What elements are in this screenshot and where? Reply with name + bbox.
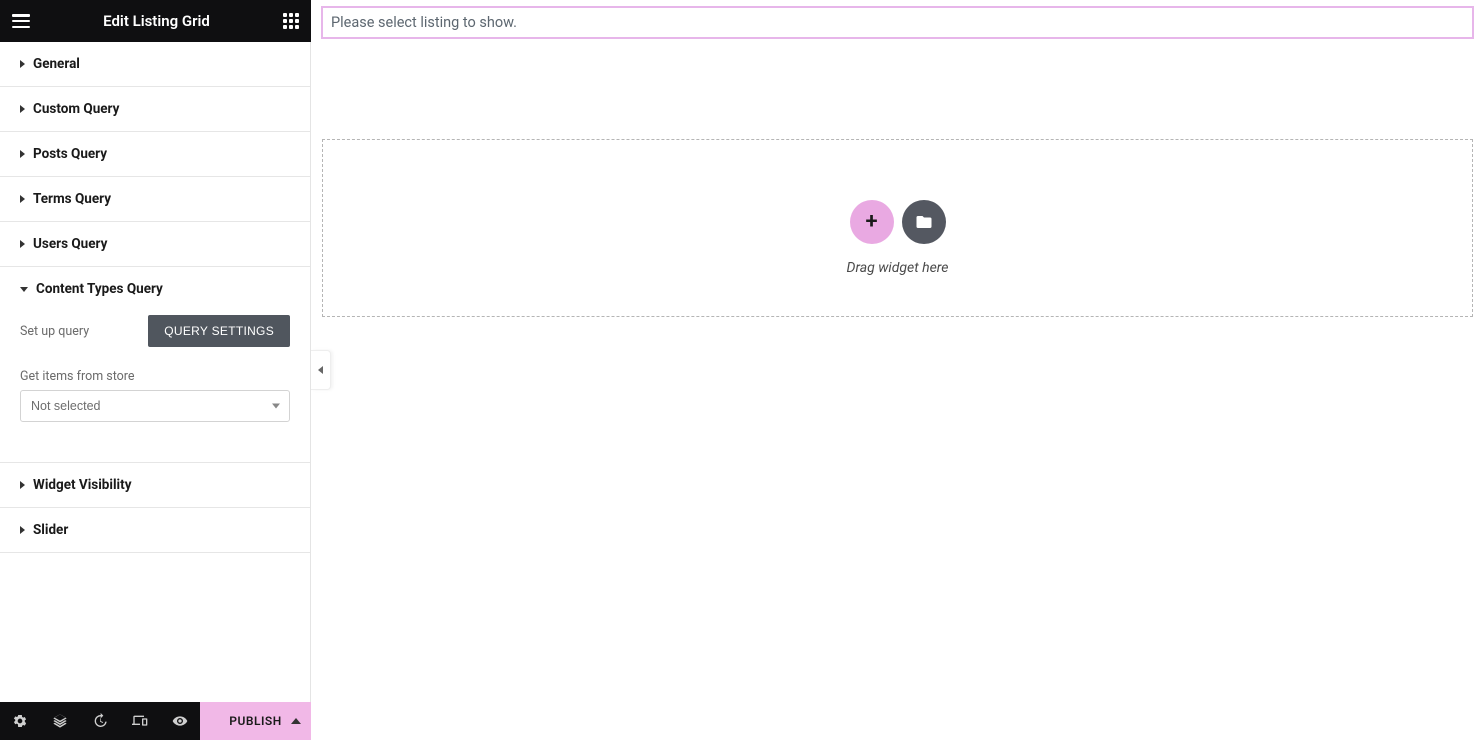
publish-button[interactable]: PUBLISH — [200, 702, 311, 740]
section-label: Content Types Query — [36, 281, 163, 297]
query-settings-button[interactable]: QUERY SETTINGS — [148, 315, 290, 347]
store-select[interactable]: Not selected — [20, 390, 290, 422]
add-template-button[interactable] — [902, 200, 946, 244]
section-users-query[interactable]: Users Query — [0, 222, 310, 267]
responsive-button[interactable] — [120, 702, 160, 740]
caret-right-icon — [20, 195, 25, 203]
publish-options-toggle[interactable] — [291, 702, 301, 740]
caret-right-icon — [20, 481, 25, 489]
devices-icon — [132, 713, 148, 729]
preview-button[interactable] — [160, 702, 200, 740]
publish-label: PUBLISH — [229, 714, 281, 728]
section-terms-query[interactable]: Terms Query — [0, 177, 310, 222]
navigator-button[interactable] — [40, 702, 80, 740]
section-label: Posts Query — [33, 146, 107, 162]
collapse-sidebar-handle[interactable] — [311, 350, 331, 390]
caret-right-icon — [20, 240, 25, 248]
history-icon — [92, 713, 108, 729]
section-label: Users Query — [33, 236, 107, 252]
sidebar-panel: General Custom Query Posts Query Terms Q… — [0, 42, 311, 702]
folder-icon — [915, 213, 933, 231]
sidebar-title: Edit Listing Grid — [30, 12, 283, 30]
eye-icon — [172, 713, 188, 729]
sidebar-footer: PUBLISH — [0, 702, 311, 740]
section-widget-visibility[interactable]: Widget Visibility — [0, 462, 310, 508]
section-label: Terms Query — [33, 191, 111, 207]
plus-icon: + — [865, 211, 877, 233]
section-custom-query[interactable]: Custom Query — [0, 87, 310, 132]
section-general[interactable]: General — [0, 42, 310, 87]
content-types-query-body: Set up query QUERY SETTINGS Get items fr… — [0, 311, 310, 462]
caret-right-icon — [20, 60, 25, 68]
section-label: Custom Query — [33, 101, 119, 117]
section-posts-query[interactable]: Posts Query — [0, 132, 310, 177]
editor-sidebar: Edit Listing Grid General Custom Query P… — [0, 0, 311, 740]
caret-right-icon — [20, 150, 25, 158]
setup-query-label: Set up query — [20, 324, 89, 339]
caret-right-icon — [20, 105, 25, 113]
history-button[interactable] — [80, 702, 120, 740]
listing-notice: Please select listing to show. — [321, 6, 1474, 39]
store-field-label: Get items from store — [20, 369, 290, 384]
section-slider[interactable]: Slider — [0, 508, 310, 553]
caret-down-icon — [20, 287, 28, 292]
section-content-types-query-header[interactable]: Content Types Query — [0, 267, 310, 311]
chevron-up-icon — [291, 718, 301, 724]
sidebar-header: Edit Listing Grid — [0, 0, 311, 42]
layers-icon — [52, 713, 68, 729]
empty-section-dropzone[interactable]: + Drag widget here — [322, 139, 1473, 317]
widgets-grid-icon[interactable] — [283, 13, 299, 29]
caret-right-icon — [20, 526, 25, 534]
menu-icon[interactable] — [12, 14, 30, 28]
gear-icon — [12, 713, 28, 729]
section-label: General — [33, 56, 80, 72]
add-section-button[interactable]: + — [850, 200, 894, 244]
drag-widget-hint: Drag widget here — [847, 260, 949, 276]
chevron-left-icon — [318, 366, 323, 374]
section-content-types-query: Content Types Query Set up query QUERY S… — [0, 267, 310, 462]
settings-button[interactable] — [0, 702, 40, 740]
section-label: Slider — [33, 522, 68, 538]
section-label: Widget Visibility — [33, 477, 132, 493]
editor-canvas[interactable]: Please select listing to show. + Drag wi… — [311, 0, 1480, 740]
